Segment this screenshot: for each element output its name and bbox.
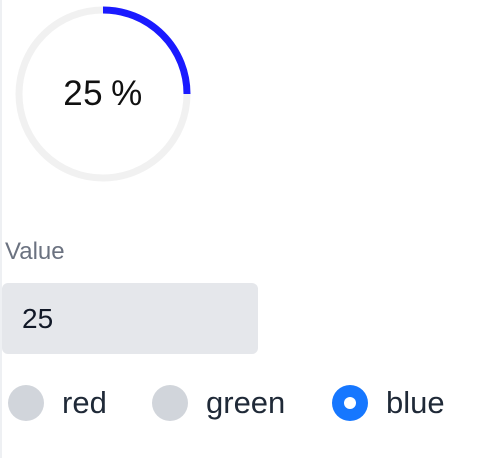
radio-label-blue: blue — [386, 385, 445, 420]
value-field-label: Value — [5, 238, 65, 265]
radio-label-green: green — [206, 385, 286, 420]
progress-readout: 25% — [14, 5, 192, 183]
radio-label-red: red — [62, 385, 107, 420]
radio-button-red[interactable] — [8, 385, 44, 421]
radio-option-red[interactable]: red — [8, 380, 107, 426]
radio-button-blue[interactable] — [332, 385, 368, 421]
radio-option-blue[interactable]: blue — [332, 380, 445, 426]
radio-button-green[interactable] — [152, 385, 188, 421]
radio-option-green[interactable]: green — [152, 380, 285, 426]
circular-progress: 25% — [14, 5, 192, 183]
progress-unit-text: % — [111, 74, 143, 113]
value-input[interactable] — [2, 283, 258, 354]
color-radio-group: red green blue — [0, 380, 486, 426]
progress-value-text: 25 — [63, 74, 104, 113]
